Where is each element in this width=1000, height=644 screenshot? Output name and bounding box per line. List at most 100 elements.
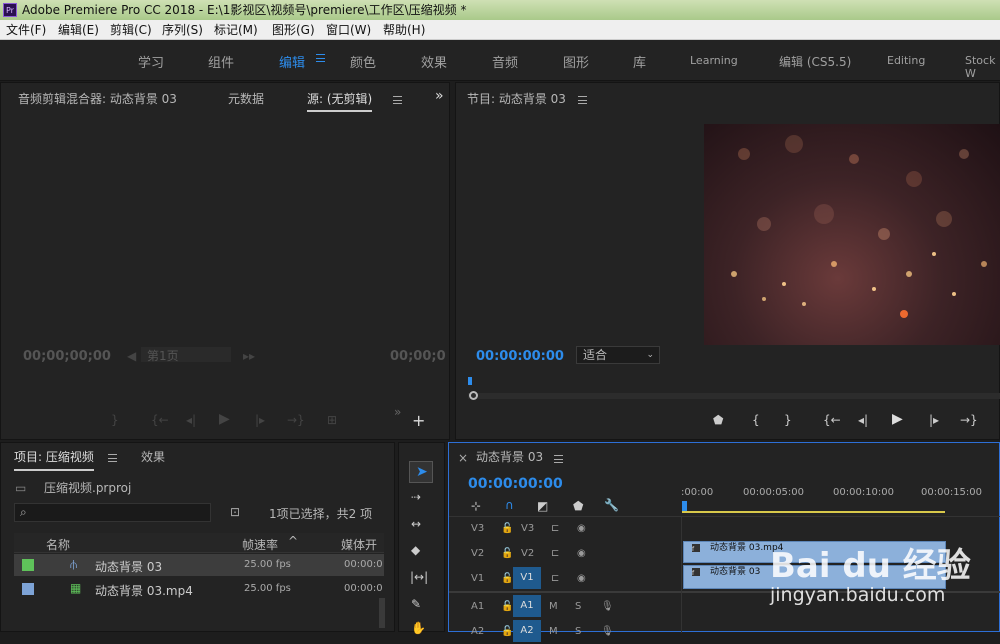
menu-graphics[interactable]: 图形(G) bbox=[272, 20, 315, 40]
next-page-icon[interactable]: ▸▸ bbox=[243, 349, 255, 363]
program-timecode[interactable]: 00:00:00:00 bbox=[476, 349, 564, 364]
slip-tool-icon[interactable]: |↔| bbox=[410, 570, 428, 584]
sync-lock-icon[interactable]: ⊏ bbox=[551, 573, 559, 584]
source-more-icon[interactable]: » bbox=[394, 405, 401, 419]
tab-source[interactable]: 源: (无剪辑) bbox=[307, 90, 373, 112]
track-label-active[interactable]: A2 bbox=[513, 620, 541, 642]
playhead-icon[interactable] bbox=[682, 501, 687, 511]
track-label[interactable]: V2 bbox=[521, 548, 534, 559]
workspace-color[interactable]: 颜色 bbox=[350, 52, 376, 71]
menu-edit[interactable]: 编辑(E) bbox=[58, 20, 99, 40]
list-item[interactable]: ▦ 动态背景 03.mp4 25.00 fps 00:00:0 bbox=[14, 578, 384, 600]
tab-audio-clip-mixer[interactable]: 音频剪辑混合器: 动态背景 03 bbox=[18, 90, 177, 107]
tab-effects[interactable]: 效果 bbox=[141, 448, 165, 465]
track-label-active[interactable]: A1 bbox=[513, 595, 541, 617]
selection-tool-icon[interactable]: ➤ bbox=[409, 461, 433, 483]
playhead-icon[interactable] bbox=[468, 377, 472, 385]
add-button-icon[interactable]: + bbox=[412, 411, 425, 430]
workspace-effects[interactable]: 效果 bbox=[421, 52, 447, 71]
close-icon[interactable]: × bbox=[458, 451, 468, 465]
workspace-graphics[interactable]: 图形 bbox=[563, 52, 589, 71]
go-to-out-icon[interactable]: →} bbox=[960, 413, 978, 427]
menu-window[interactable]: 窗口(W) bbox=[326, 20, 371, 40]
program-menu-icon[interactable] bbox=[578, 96, 587, 104]
step-back-icon[interactable]: ◂| bbox=[858, 413, 868, 427]
eye-icon[interactable]: ◉ bbox=[577, 523, 586, 534]
track-target[interactable]: A1 bbox=[471, 601, 484, 612]
add-marker-icon[interactable]: ⬟ bbox=[573, 499, 583, 513]
step-forward-icon[interactable]: |▸ bbox=[255, 413, 265, 427]
snap-magnet-icon[interactable]: ∩ bbox=[505, 498, 514, 512]
workspace-editing-cs55[interactable]: 编辑 (CS5.5) bbox=[779, 53, 851, 70]
mute-button[interactable]: M bbox=[549, 601, 558, 612]
eye-icon[interactable]: ◉ bbox=[577, 573, 586, 584]
nest-icon[interactable]: ⊹ bbox=[471, 499, 481, 513]
lock-icon[interactable]: 🔓 bbox=[501, 548, 513, 559]
search-input[interactable]: ⌕ bbox=[14, 503, 211, 522]
fit-dropdown[interactable]: 适合 ⌄ bbox=[576, 346, 660, 364]
workspace-libraries[interactable]: 库 bbox=[633, 52, 646, 71]
timeline-timecode[interactable]: 00:00:00:00 bbox=[468, 476, 563, 492]
column-media-start[interactable]: 媒体开 bbox=[341, 536, 377, 553]
add-marker-icon[interactable]: ⬟ bbox=[713, 413, 723, 427]
mark-out-icon[interactable]: } bbox=[784, 413, 792, 427]
lock-icon[interactable]: 🔓 bbox=[501, 601, 513, 612]
new-bin-icon[interactable]: ⊡ bbox=[230, 505, 240, 519]
menu-sequence[interactable]: 序列(S) bbox=[162, 20, 203, 40]
program-ruler[interactable] bbox=[468, 377, 1000, 387]
track-target[interactable]: V1 bbox=[471, 573, 484, 584]
mark-out-icon[interactable]: } bbox=[111, 413, 119, 427]
list-item[interactable]: ⫛ 动态背景 03 25.00 fps 00:00:0 bbox=[14, 554, 384, 576]
tab-metadata[interactable]: 元数据 bbox=[228, 90, 264, 107]
sync-lock-icon[interactable]: ⊏ bbox=[551, 548, 559, 559]
mark-in-icon[interactable]: { bbox=[752, 413, 760, 427]
go-to-in-icon[interactable]: {← bbox=[823, 413, 841, 427]
step-forward-icon[interactable]: |▸ bbox=[929, 413, 939, 427]
page-field[interactable]: 第1页 bbox=[141, 347, 231, 363]
work-area-bar[interactable] bbox=[682, 511, 945, 513]
track-target[interactable]: V2 bbox=[471, 548, 484, 559]
scroll-handle[interactable] bbox=[469, 391, 478, 400]
sync-lock-icon[interactable]: ⊏ bbox=[551, 523, 559, 534]
insert-icon[interactable]: ⊞ bbox=[327, 413, 337, 427]
lock-icon[interactable]: 🔓 bbox=[501, 573, 513, 584]
workspace-menu-icon[interactable] bbox=[316, 54, 325, 62]
eye-icon[interactable]: ◉ bbox=[577, 548, 586, 559]
workspace-learn[interactable]: 学习 bbox=[138, 52, 164, 71]
workspace-editing-active[interactable]: 编辑 bbox=[279, 52, 305, 71]
go-to-in-icon[interactable]: {← bbox=[151, 413, 169, 427]
timeline-menu-icon[interactable] bbox=[554, 455, 563, 463]
prev-page-icon[interactable]: ◀ bbox=[127, 349, 136, 363]
zoom-scrollbar[interactable] bbox=[468, 393, 1000, 399]
play-icon[interactable]: ▶ bbox=[219, 411, 230, 427]
source-menu-icon[interactable] bbox=[393, 96, 402, 104]
menu-help[interactable]: 帮助(H) bbox=[383, 20, 425, 40]
track-label[interactable]: V3 bbox=[521, 523, 534, 534]
tab-project[interactable]: 项目: 压缩视频 bbox=[14, 448, 94, 471]
wrench-icon[interactable]: 🔧 bbox=[604, 498, 619, 512]
track-select-tool-icon[interactable]: ⇢ bbox=[411, 490, 421, 504]
menu-file[interactable]: 文件(F) bbox=[6, 20, 46, 40]
project-menu-icon[interactable] bbox=[108, 454, 117, 462]
menu-clip[interactable]: 剪辑(C) bbox=[110, 20, 152, 40]
microphone-icon[interactable]: 🎙 bbox=[601, 601, 614, 612]
razor-tool-icon[interactable]: ◆ bbox=[411, 543, 420, 557]
lock-icon[interactable]: 🔓 bbox=[501, 523, 513, 534]
step-back-icon[interactable]: ◂| bbox=[186, 413, 196, 427]
project-scrollbar[interactable] bbox=[379, 598, 385, 628]
workspace-learning[interactable]: Learning bbox=[690, 54, 738, 67]
solo-button[interactable]: S bbox=[575, 601, 581, 612]
workspace-assembly[interactable]: 组件 bbox=[208, 52, 234, 71]
workspace-stock[interactable]: Stock W bbox=[965, 54, 1000, 80]
linked-selection-icon[interactable]: ◩ bbox=[537, 499, 548, 513]
track-target[interactable]: V3 bbox=[471, 523, 484, 534]
workspace-audio[interactable]: 音频 bbox=[492, 52, 518, 71]
column-framerate[interactable]: 帧速率 bbox=[242, 536, 278, 553]
menu-marker[interactable]: 标记(M) bbox=[214, 20, 258, 40]
hand-tool-icon[interactable]: ✋ bbox=[411, 621, 426, 635]
more-tabs-icon[interactable]: » bbox=[435, 88, 444, 104]
pen-tool-icon[interactable]: ✎ bbox=[411, 597, 421, 611]
ripple-edit-tool-icon[interactable]: ↔ bbox=[411, 517, 421, 531]
column-name[interactable]: 名称 bbox=[46, 536, 70, 553]
go-to-out-icon[interactable]: →} bbox=[287, 413, 305, 427]
